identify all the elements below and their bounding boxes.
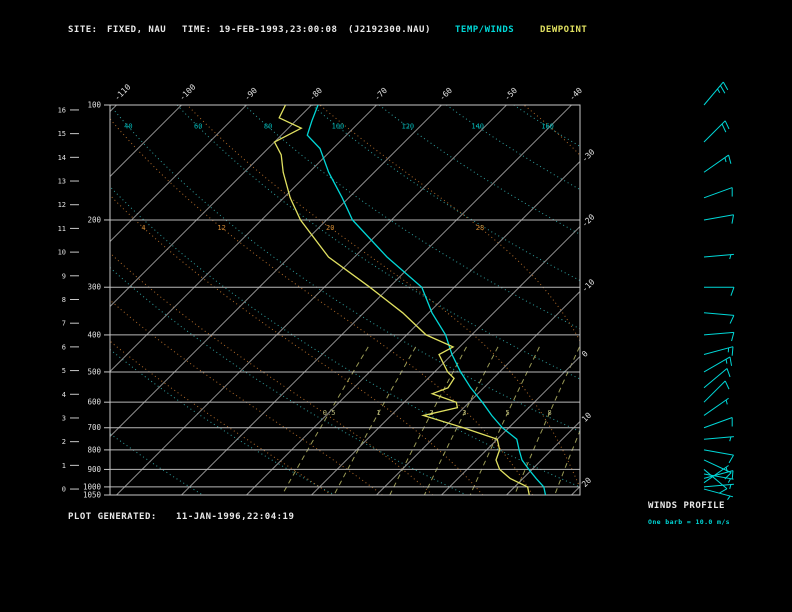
site-label: SITE: (68, 25, 98, 35)
svg-text:9: 9 (62, 272, 66, 280)
svg-text:7: 7 (62, 320, 66, 328)
svg-text:36: 36 (626, 224, 634, 232)
plot-generated-label: PLOT GENERATED: (68, 512, 157, 522)
svg-text:-20: -20 (580, 212, 597, 229)
svg-text:100: 100 (332, 123, 345, 131)
svg-text:2: 2 (62, 438, 66, 446)
svg-text:0: 0 (580, 349, 590, 359)
svg-text:12: 12 (58, 201, 66, 209)
svg-text:20: 20 (326, 224, 334, 232)
svg-text:0.5: 0.5 (323, 409, 336, 417)
svg-text:4: 4 (141, 224, 145, 232)
plot-generated-value: 11-JAN-1996,22:04:19 (176, 512, 295, 522)
svg-text:500: 500 (87, 367, 101, 376)
svg-text:16: 16 (58, 106, 66, 114)
svg-text:-4: -4 (80, 224, 88, 232)
svg-text:400: 400 (87, 330, 101, 339)
svg-text:3: 3 (62, 414, 66, 422)
svg-text:13: 13 (58, 178, 66, 186)
svg-text:100: 100 (87, 101, 101, 110)
svg-text:20: 20 (633, 409, 641, 417)
time-value: 19-FEB-1993,23:00:08 (219, 25, 338, 35)
svg-text:6: 6 (62, 343, 66, 351)
legend-dewpoint: DEWPOINT (540, 25, 588, 35)
svg-text:0: 0 (62, 486, 66, 494)
svg-text:8: 8 (547, 409, 551, 417)
svg-text:900: 900 (87, 465, 101, 474)
svg-text:-70: -70 (373, 86, 390, 103)
svg-text:160: 160 (541, 123, 554, 131)
svg-text:3: 3 (462, 409, 466, 417)
svg-text:-12: -12 (29, 224, 42, 232)
file-id: (J2192300.NAU) (348, 25, 431, 35)
svg-text:4: 4 (62, 391, 66, 399)
svg-text:11: 11 (58, 225, 66, 233)
svg-text:600: 600 (87, 398, 101, 407)
svg-text:-20: -20 (0, 224, 1, 232)
svg-text:10: 10 (580, 411, 593, 424)
svg-text:20: 20 (580, 476, 593, 489)
svg-text:-60: -60 (438, 86, 455, 103)
svg-text:-50: -50 (503, 86, 520, 103)
svg-text:28: 28 (476, 224, 484, 232)
svg-text:800: 800 (87, 445, 101, 454)
svg-text:40: 40 (124, 123, 132, 131)
svg-text:700: 700 (87, 423, 101, 432)
time-label: TIME: (182, 25, 212, 35)
svg-text:1: 1 (376, 409, 380, 417)
skewt-plot-screen: 406080100120140160-20-12-44122028360.512… (0, 0, 792, 612)
svg-text:120: 120 (402, 123, 415, 131)
svg-text:140: 140 (471, 123, 484, 131)
svg-text:-90: -90 (243, 86, 260, 103)
svg-text:-110: -110 (113, 82, 133, 102)
winds-profile-title: WINDS PROFILE (648, 501, 725, 511)
svg-text:5: 5 (62, 367, 66, 375)
site-value: FIXED, NAU (107, 25, 167, 35)
svg-text:300: 300 (87, 283, 101, 292)
svg-text:-80: -80 (308, 86, 325, 103)
svg-text:-10: -10 (580, 277, 597, 294)
svg-text:80: 80 (264, 123, 272, 131)
svg-text:14: 14 (58, 154, 66, 162)
svg-text:60: 60 (194, 123, 202, 131)
svg-text:-40: -40 (568, 86, 585, 103)
svg-text:10: 10 (58, 249, 66, 257)
svg-text:15: 15 (58, 130, 66, 138)
svg-text:-30: -30 (580, 147, 597, 164)
svg-text:200: 200 (87, 215, 101, 224)
svg-text:-100: -100 (178, 82, 198, 102)
legend-temp-winds: TEMP/WINDS (455, 25, 515, 35)
svg-text:5: 5 (506, 409, 510, 417)
winds-profile-subtitle: One barb = 10.0 m/s (648, 518, 730, 526)
svg-text:1050: 1050 (83, 491, 102, 500)
svg-text:1: 1 (62, 462, 66, 470)
svg-text:8: 8 (62, 296, 66, 304)
svg-text:12: 12 (217, 224, 225, 232)
